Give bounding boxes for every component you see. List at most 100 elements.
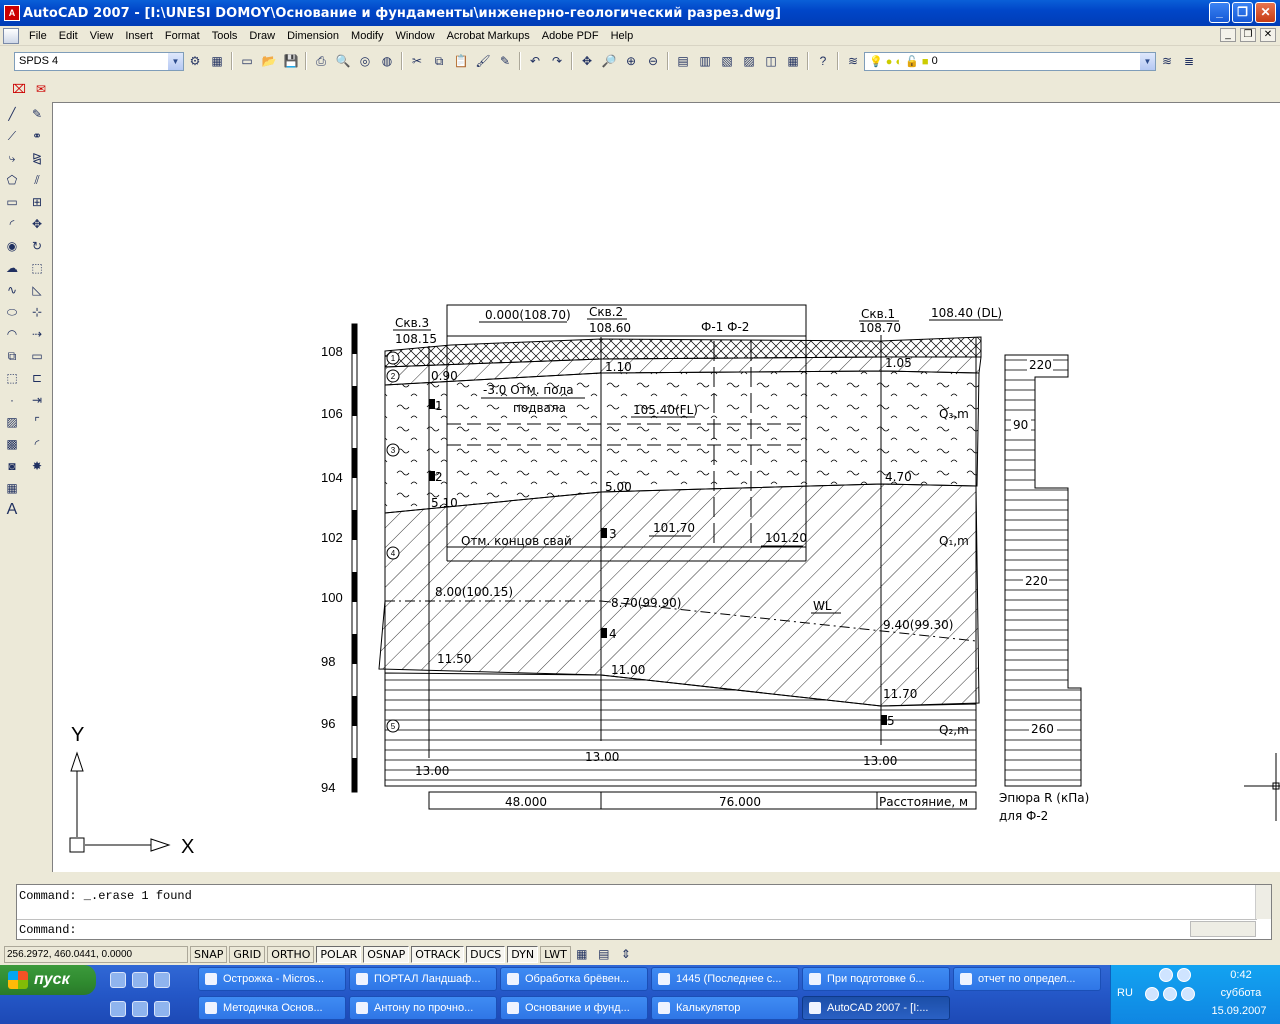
pdf-convert-icon[interactable]: ⌧ [9, 79, 29, 99]
layout-icon[interactable]: ▤ [594, 944, 614, 964]
pan-icon[interactable]: ✥ [577, 51, 597, 71]
arc-icon[interactable]: ◜ [2, 214, 22, 234]
chevron-down-icon[interactable]: ▼ [168, 52, 183, 70]
menu-edit[interactable]: Edit [53, 27, 84, 45]
menu-adobe-pdf[interactable]: Adobe PDF [536, 27, 605, 45]
menu-file[interactable]: File [23, 27, 53, 45]
rectangle-icon[interactable]: ▭ [2, 192, 22, 212]
copy-icon[interactable]: ⧉ [429, 51, 449, 71]
osnap-toggle[interactable]: OSNAP [363, 945, 410, 963]
task-button[interactable]: отчет по определ... [953, 967, 1101, 991]
extend-icon[interactable]: ⇢ [27, 324, 47, 344]
fillet-icon[interactable]: ◜ [27, 434, 47, 454]
command-window[interactable]: Command: _.erase 1 found Command: [16, 884, 1272, 940]
menu-modify[interactable]: Modify [345, 27, 389, 45]
polyline-icon[interactable]: ⤷ [2, 148, 22, 168]
layer-combo[interactable]: 💡 ● ◐ 🔓 ■ 0 ▼ [864, 51, 1156, 71]
command-prompt[interactable]: Command: [19, 923, 77, 937]
construction-line-icon[interactable]: ⟋ [2, 126, 22, 146]
otrack-toggle[interactable]: OTRACK [411, 945, 465, 963]
sheet-set-icon[interactable]: ▨ [739, 51, 759, 71]
break-at-point-icon[interactable]: ▭ [27, 346, 47, 366]
task-button[interactable]: Антону по прочно... [349, 996, 497, 1020]
close-button[interactable]: ✕ [1255, 2, 1276, 23]
ducs-toggle[interactable]: DUCS [466, 945, 506, 963]
calculator-icon[interactable]: ▦ [783, 51, 803, 71]
pdf-email-icon[interactable]: ✉ [31, 79, 51, 99]
line-icon[interactable]: ╱ [2, 104, 22, 124]
match-properties-icon[interactable]: 🖌 [473, 51, 493, 71]
model-space-icon[interactable]: ▦ [572, 944, 592, 964]
autocad-app-icon[interactable]: A [4, 5, 20, 21]
menu-insert[interactable]: Insert [119, 27, 159, 45]
media-icon[interactable] [132, 972, 148, 988]
zoom-realtime-icon[interactable]: 🔎 [599, 51, 619, 71]
task-button[interactable]: Обработка брёвен... [500, 967, 648, 991]
text-style-icon[interactable]: ⚙ [185, 51, 205, 71]
ellipse-icon[interactable]: ⬭ [2, 302, 22, 322]
polygon-icon[interactable]: ⬠ [2, 170, 22, 190]
plot-preview-icon[interactable]: 🔍 [333, 51, 353, 71]
snap-toggle[interactable]: SNAP [190, 945, 228, 963]
multiline-text-icon[interactable]: A [2, 500, 22, 520]
redo-icon[interactable]: ↷ [547, 51, 567, 71]
markup-icon[interactable]: ◫ [761, 51, 781, 71]
task-button[interactable]: Методичка Основ... [198, 996, 346, 1020]
plot-icon[interactable]: ⎙ [311, 51, 331, 71]
hatch-icon[interactable]: ▨ [2, 412, 22, 432]
copy-object-icon[interactable]: ⚭ [27, 126, 47, 146]
start-button[interactable]: пуск [0, 965, 96, 995]
zoom-window-icon[interactable]: ⊕ [621, 51, 641, 71]
search-icon[interactable] [154, 972, 170, 988]
new-icon[interactable]: ▭ [237, 51, 257, 71]
offset-icon[interactable]: ⫽ [27, 170, 47, 190]
array-icon[interactable]: ⊞ [27, 192, 47, 212]
command-h-scrollbar[interactable] [1190, 921, 1256, 937]
table-icon[interactable]: ▦ [2, 478, 22, 498]
properties-icon[interactable]: ▤ [673, 51, 693, 71]
task-button-active[interactable]: AutoCAD 2007 - [I:... [802, 996, 950, 1020]
trim-icon[interactable]: ⊹ [27, 302, 47, 322]
menu-view[interactable]: View [84, 27, 120, 45]
task-button[interactable]: Острожка - Micros... [198, 967, 346, 991]
task-button[interactable]: Калькулятор [651, 996, 799, 1020]
circle-icon[interactable]: ◉ [2, 236, 22, 256]
task-button[interactable]: 1445 (Последнее с... [651, 967, 799, 991]
gradient-icon[interactable]: ▩ [2, 434, 22, 454]
task-button[interactable]: ПОРТАЛ Ландшаф... [349, 967, 497, 991]
point-icon[interactable]: · [2, 390, 22, 410]
design-center-icon[interactable]: ▥ [695, 51, 715, 71]
move-icon[interactable]: ✥ [27, 214, 47, 234]
dyn-toggle[interactable]: DYN [507, 945, 539, 963]
ellipse-arc-icon[interactable]: ◠ [2, 324, 22, 344]
menu-window[interactable]: Window [389, 27, 440, 45]
menu-draw[interactable]: Draw [243, 27, 281, 45]
menu-format[interactable]: Format [159, 27, 206, 45]
menu-help[interactable]: Help [605, 27, 640, 45]
document-icon[interactable] [3, 27, 19, 44]
antivirus-icon[interactable] [1177, 968, 1191, 982]
mirror-icon[interactable]: ⧎ [27, 148, 47, 168]
stretch-icon[interactable]: ◺ [27, 280, 47, 300]
layer-properties-icon[interactable]: ≋ [843, 51, 863, 71]
undo-icon[interactable]: ↶ [525, 51, 545, 71]
volume-icon[interactable] [1159, 968, 1173, 982]
publish-icon[interactable]: ◎ [355, 51, 375, 71]
polar-toggle[interactable]: POLAR [316, 945, 362, 963]
join-icon[interactable]: ⇥ [27, 390, 47, 410]
3d-dwf-icon[interactable]: ◍ [377, 51, 397, 71]
break-icon[interactable]: ⊏ [27, 368, 47, 388]
ortho-toggle[interactable]: ORTHO [267, 945, 315, 963]
safely-remove-icon[interactable] [1181, 987, 1195, 1001]
scale-icon[interactable]: ⬚ [27, 258, 47, 278]
layer-previous-icon[interactable]: ≣ [1179, 51, 1199, 71]
status-menu-icon[interactable]: ⇕ [616, 944, 636, 964]
zoom-previous-icon[interactable]: ⊖ [643, 51, 663, 71]
ie-icon[interactable] [132, 1001, 148, 1017]
explode-icon[interactable]: ✸ [27, 456, 47, 476]
tool-palettes-icon[interactable]: ▧ [717, 51, 737, 71]
tray-back-icon[interactable] [1145, 987, 1159, 1001]
lwt-toggle[interactable]: LWT [540, 945, 571, 963]
language-indicator[interactable]: RU [1117, 987, 1133, 999]
help-icon[interactable]: ? [813, 51, 833, 71]
